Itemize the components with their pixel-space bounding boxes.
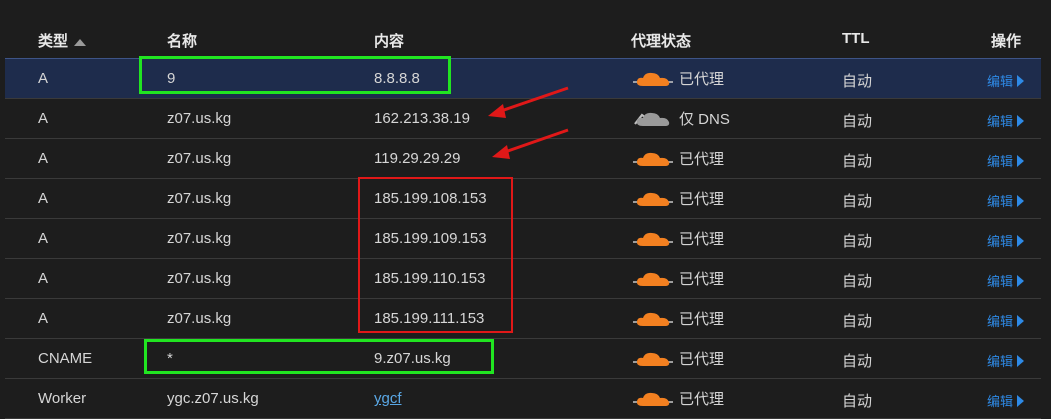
red-arrow-2 [492, 128, 569, 159]
red-arrow-1 [488, 86, 569, 118]
annotation-arrows [488, 86, 569, 159]
